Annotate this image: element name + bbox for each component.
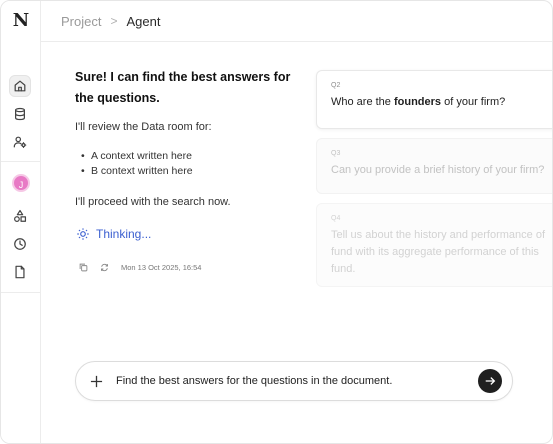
message-meta: Mon 13 Oct 2025, 16:54: [79, 263, 201, 272]
message-outro: I'll proceed with the search now.: [75, 196, 231, 208]
shapes-icon: [14, 209, 27, 222]
sidebar-item-history[interactable]: [9, 233, 31, 255]
chat-input[interactable]: [116, 375, 478, 387]
message-title: Sure! I can find the best answers for th…: [75, 70, 291, 105]
home-icon: [14, 80, 26, 92]
sun-icon: [77, 228, 89, 240]
question-card[interactable]: Q2 Who are the founders of your firm?: [316, 70, 552, 129]
list-item: B context written here: [75, 164, 301, 179]
sidebar-item-users[interactable]: [9, 131, 31, 153]
sidebar-item-shapes[interactable]: [9, 205, 31, 227]
plus-icon: [90, 375, 102, 387]
question-text: Can you provide a brief history of your …: [331, 164, 545, 176]
agent-message: Sure! I can find the best answers for th…: [75, 67, 301, 208]
sidebar: N J: [1, 1, 41, 443]
question-card[interactable]: Q3 Can you provide a brief history of yo…: [316, 138, 552, 194]
list-item: A context written here: [75, 149, 301, 164]
copy-icon: [79, 263, 88, 272]
copy-button[interactable]: [79, 263, 88, 272]
document-icon: [15, 265, 25, 279]
message-bullets: A context written here B context written…: [75, 149, 301, 179]
message-timestamp: Mon 13 Oct 2025, 16:54: [121, 263, 202, 272]
breadcrumb-agent: Agent: [126, 13, 161, 29]
app-window: N J Project > Agent Sure! I can find the…: [0, 0, 553, 444]
app-logo[interactable]: N: [12, 10, 30, 32]
question-number: Q3: [331, 150, 341, 157]
question-number: Q2: [331, 82, 341, 89]
message-intro: I'll review the Data room for:: [75, 121, 212, 133]
sidebar-divider: [1, 292, 41, 293]
question-text: Tell us about the history and performanc…: [331, 229, 546, 275]
refresh-icon: [101, 263, 108, 272]
sidebar-item-documents[interactable]: [9, 261, 31, 283]
thinking-label: Thinking...: [96, 227, 152, 241]
question-card[interactable]: Q4 Tell us about the history and perform…: [316, 203, 552, 287]
avatar[interactable]: J: [12, 174, 30, 192]
sidebar-item-home[interactable]: [9, 75, 31, 97]
arrow-right-icon: [485, 377, 496, 385]
clock-icon: [14, 238, 26, 250]
sidebar-item-data[interactable]: [9, 103, 31, 125]
regenerate-button[interactable]: [100, 263, 109, 272]
attach-button[interactable]: [76, 361, 116, 401]
sidebar-divider: [1, 161, 41, 162]
user-settings-icon: [13, 136, 27, 149]
chat-composer: [75, 361, 513, 401]
breadcrumb-project[interactable]: Project: [61, 14, 101, 29]
chevron-right-icon: >: [110, 14, 118, 28]
question-text: Who are the founders of your firm?: [331, 96, 506, 108]
send-button[interactable]: [478, 369, 502, 393]
question-number: Q4: [331, 215, 341, 222]
database-icon: [15, 107, 25, 121]
thinking-indicator: Thinking...: [76, 227, 151, 241]
breadcrumb: Project > Agent: [41, 1, 552, 42]
